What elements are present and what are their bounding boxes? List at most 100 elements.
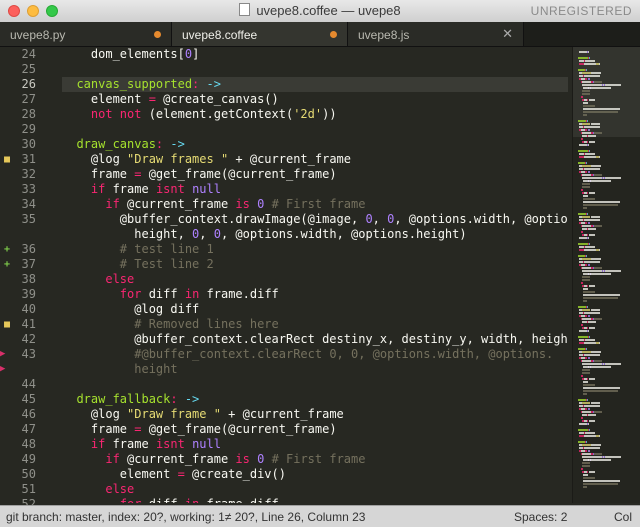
code-line[interactable]: element = @create_div() (62, 467, 568, 482)
minimap[interactable] (572, 47, 640, 503)
minimap-line (590, 87, 611, 89)
code-line[interactable]: if @current_frame is 0 # First frame (62, 452, 568, 467)
code-area[interactable]: dom_elements[0] canvas_supported: -> ele… (62, 47, 568, 503)
code-line[interactable]: if frame isnt null (62, 182, 568, 197)
minimap-line (582, 174, 592, 176)
minimap-line (582, 444, 591, 446)
code-line[interactable]: element = @create_canvas() (62, 92, 568, 107)
code-token: , @options.width, @options.height) (220, 227, 467, 241)
deleted-line-icon: ▶ (0, 349, 6, 359)
tab-uvepe8-py[interactable]: uvepe8.py (0, 22, 172, 46)
code-line[interactable]: dom_elements[0] (62, 47, 568, 62)
line-number: 29 (21, 122, 36, 136)
line-number: 34 (21, 197, 36, 211)
minimap-line (591, 351, 601, 353)
code-token: else (105, 272, 135, 286)
code-line[interactable]: draw_canvas: -> (62, 137, 568, 152)
minimap-line (589, 471, 595, 473)
minimap-line (587, 222, 591, 224)
minimap-line (581, 279, 590, 281)
line-number: 24 (21, 47, 36, 61)
code-line[interactable]: # Removed lines here (62, 317, 568, 332)
code-line[interactable]: # Test line 2 (62, 257, 568, 272)
minimap-line (589, 420, 595, 422)
code-line[interactable]: else (62, 482, 568, 497)
line-number: 40 (21, 302, 36, 316)
minimap-line (584, 63, 597, 65)
code-line[interactable]: for diff in frame.diff (62, 497, 568, 503)
minimap-line (582, 360, 592, 362)
code-token: @create_canvas() (155, 92, 279, 106)
code-line[interactable]: # test line 1 (62, 242, 568, 257)
minimap-line (584, 126, 600, 128)
minimap-line (581, 93, 590, 95)
code-token: : (170, 392, 185, 406)
minimap-line (583, 105, 595, 107)
modified-line-icon: ■ (4, 319, 11, 330)
added-line-icon: + (4, 244, 11, 255)
code-line[interactable]: @log diff (62, 302, 568, 317)
code-line[interactable] (62, 62, 568, 77)
minimap-line (591, 165, 601, 167)
minimap-line (604, 270, 621, 272)
tab-uvepe8-coffee[interactable]: uvepe8.coffee (172, 22, 348, 46)
code-token: : (155, 137, 171, 151)
code-line[interactable]: else (62, 272, 568, 287)
code-line[interactable]: for diff in frame.diff (62, 287, 568, 302)
close-tab-icon[interactable]: ✕ (502, 26, 513, 42)
code-line[interactable]: canvas_supported: -> (62, 77, 568, 92)
unsaved-dot-icon[interactable] (154, 31, 161, 38)
code-line[interactable]: @log "Draw frame " + @current_frame (62, 407, 568, 422)
minimap-line (580, 282, 583, 284)
minimap-line (591, 444, 601, 446)
code-line[interactable]: if @current_frame is 0 # First frame (62, 197, 568, 212)
code-line[interactable]: @buffer_context.clearRect destiny_x, des… (62, 332, 568, 347)
minimap-line (594, 453, 603, 455)
minimap-line (590, 216, 601, 218)
minimap-line (581, 186, 590, 188)
tab-uvepe8-js[interactable]: uvepe8.js ✕ (348, 22, 524, 46)
minimap-line (578, 57, 588, 59)
minimap-line (594, 225, 603, 227)
minimap-line (587, 315, 591, 317)
code-token: @get_frame(@current_frame) (141, 167, 337, 181)
minimap-line (584, 435, 597, 437)
minimap-line (589, 234, 595, 236)
code-line[interactable] (62, 122, 568, 137)
minimap-line (583, 486, 587, 488)
minimap-line (587, 135, 596, 137)
minimap-line (587, 330, 589, 332)
tab-bar: uvepe8.py uvepe8.coffee uvepe8.js ✕ (0, 22, 640, 47)
minimap-line (587, 51, 589, 53)
code-line[interactable]: #@buffer_context.clearRect 0, 0, @option… (62, 347, 568, 362)
syntax-selector[interactable]: Col (614, 510, 632, 524)
minimap-line (598, 156, 600, 158)
minimap-line (587, 423, 589, 425)
code-line[interactable]: draw_fallback: -> (62, 392, 568, 407)
code-line[interactable]: height (62, 362, 568, 377)
code-line[interactable]: if frame isnt null (62, 437, 568, 452)
line-number: 35 (21, 212, 36, 226)
minimap-line (590, 366, 611, 368)
code-line[interactable]: @log "Draw frames " + @current_frame (62, 152, 568, 167)
indentation-setting[interactable]: Spaces: 2 (514, 510, 567, 524)
code-line[interactable]: frame = @get_frame(@current_frame) (62, 422, 568, 437)
code-token: null (192, 437, 221, 451)
minimap-line (580, 417, 583, 419)
minimap-line (582, 165, 591, 167)
code-token: # First frame (271, 452, 366, 466)
code-line[interactable]: @buffer_context.drawImage(@image, 0, 0, … (62, 212, 568, 227)
line-number: 51 (21, 482, 36, 496)
minimap-line (582, 267, 592, 269)
code-token: @log diff (62, 302, 200, 316)
code-token: # test line 1 (119, 242, 214, 256)
code-line[interactable]: not not (element.getContext('2d')) (62, 107, 568, 122)
code-line[interactable]: height, 0, 0, @options.width, @options.h… (62, 227, 568, 242)
code-line[interactable] (62, 377, 568, 392)
unsaved-dot-icon[interactable] (330, 31, 337, 38)
code-line[interactable]: frame = @get_frame(@current_frame) (62, 167, 568, 182)
